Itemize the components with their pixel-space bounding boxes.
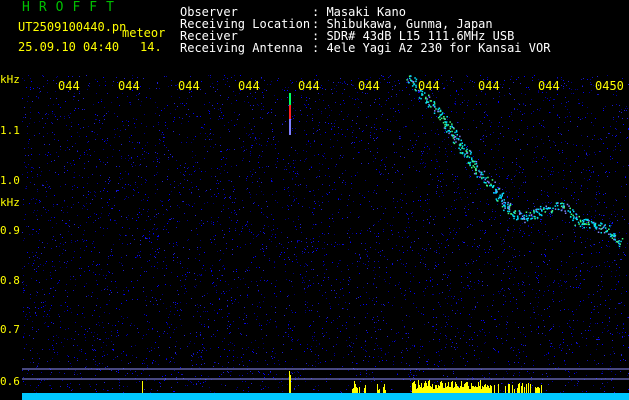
app-logo: HROFFT (22, 0, 123, 15)
y-tick-2: 1.0 (0, 174, 20, 187)
y-tick-1: 1.1 (0, 124, 20, 137)
x-tick-9: 044 (538, 79, 560, 93)
antenna-label: Receiving Antenna (180, 41, 303, 55)
y-tick-6: 0.6 (0, 375, 20, 388)
x-tick-10: 0450 (595, 79, 624, 93)
meteor-spike (289, 93, 291, 135)
x-tick-5: 044 (298, 79, 320, 93)
spectrogram-plot (22, 75, 629, 400)
file-name: UT2509100440.pn (18, 20, 127, 34)
x-tick-7: 044 (418, 79, 440, 93)
y-tick-3: 0.9 (0, 224, 20, 237)
mode-label: meteor (122, 26, 166, 40)
antenna-value: : 4ele Yagi Az 230 for Kansai VOR (312, 41, 551, 55)
y-tick-5: 0.7 (0, 323, 20, 336)
baseline-band (22, 393, 629, 400)
x-tick-3: 044 (178, 79, 200, 93)
y-unit-top: kHz (0, 73, 20, 86)
datetime-label: 25.09.10 04:40 (18, 40, 120, 54)
y-unit-mid: kHz (0, 196, 20, 209)
header-panel: HROFFT UT2509100440.pn meteor 25.09.10 0… (0, 0, 629, 73)
plot-background (22, 75, 629, 400)
y-tick-4: 0.8 (0, 274, 20, 287)
x-tick-1: 044 (58, 79, 80, 93)
x-tick-4: 044 (238, 79, 260, 93)
x-tick-8: 044 (478, 79, 500, 93)
x-tick-2: 044 (118, 79, 140, 93)
x-tick-6: 044 (358, 79, 380, 93)
extra-value: 14. (140, 40, 162, 54)
